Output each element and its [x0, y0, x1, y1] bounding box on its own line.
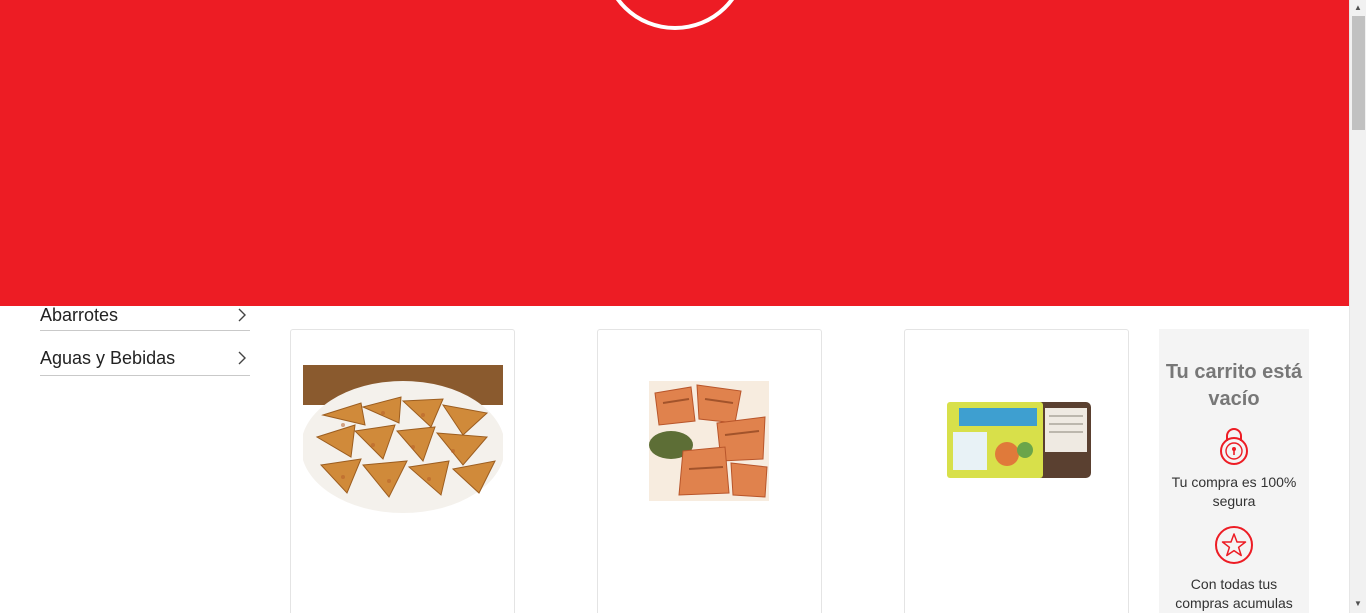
chevron-right-icon	[238, 351, 246, 365]
star-icon	[1215, 526, 1253, 564]
page: Abarrotes Aguas y Bebidas Tu carrito est…	[0, 0, 1366, 613]
lock-icon	[1220, 428, 1248, 465]
category-item-abarrotes[interactable]: Abarrotes	[40, 300, 250, 331]
category-label: Aguas y Bebidas	[40, 347, 176, 368]
scroll-thumb[interactable]	[1352, 16, 1365, 130]
category-item-aguas-y-bebidas[interactable]: Aguas y Bebidas	[40, 331, 250, 376]
cart-panel: Tu carrito está vacío Tu compra es 100% …	[1159, 329, 1309, 613]
scroll-up-arrow[interactable]: ▲	[1354, 4, 1362, 12]
product-image-bread-package[interactable]	[945, 400, 1093, 480]
product-card[interactable]	[904, 329, 1129, 613]
points-text: Con todas tus compras acumulas	[1175, 576, 1293, 611]
category-label: Abarrotes	[40, 304, 119, 325]
cart-empty-title: Tu carrito está vacío	[1165, 361, 1303, 410]
category-sidebar: Abarrotes Aguas y Bebidas	[40, 300, 250, 376]
product-card[interactable]	[597, 329, 822, 613]
product-image-grilled-chicken[interactable]	[649, 381, 769, 501]
secure-purchase-text: Tu compra es 100% segura	[1171, 474, 1297, 509]
hero-banner	[0, 0, 1349, 306]
product-image-potato-wedges[interactable]	[303, 365, 503, 513]
vertical-scrollbar[interactable]: ▲ ▼	[1349, 0, 1366, 613]
brand-logo-ring[interactable]	[603, 0, 747, 30]
product-card[interactable]	[290, 329, 515, 613]
chevron-right-icon	[238, 308, 246, 322]
scroll-down-arrow[interactable]: ▼	[1354, 600, 1362, 608]
